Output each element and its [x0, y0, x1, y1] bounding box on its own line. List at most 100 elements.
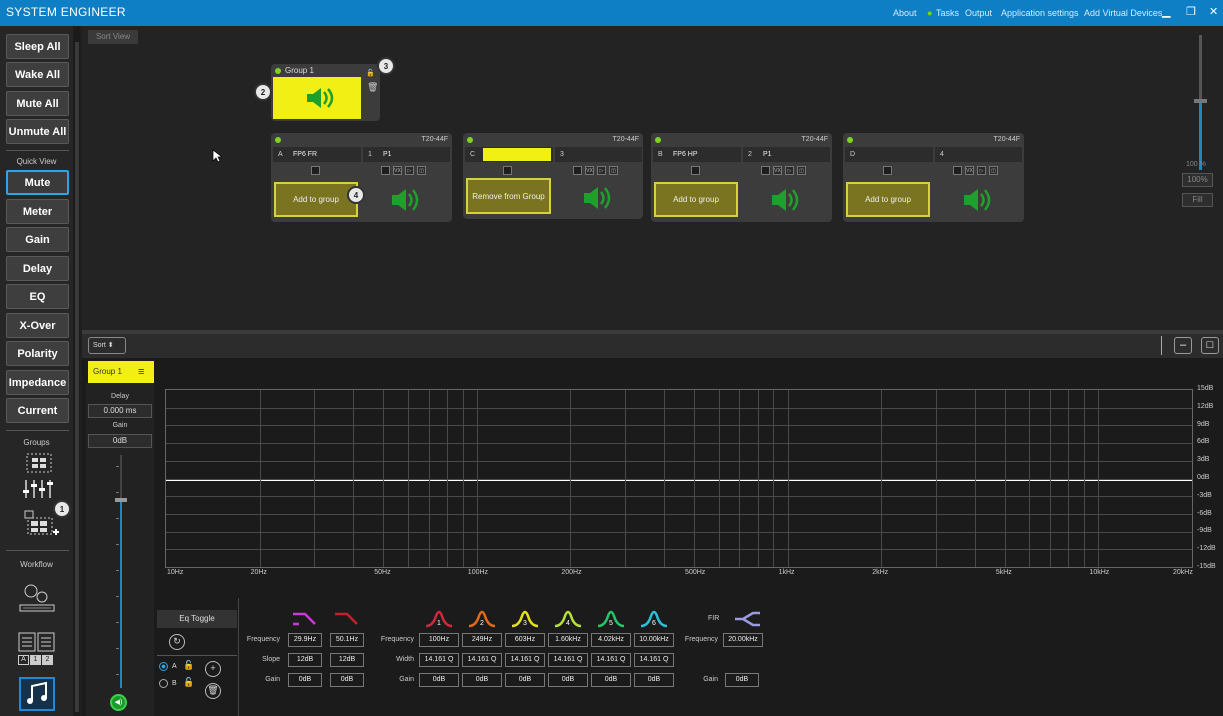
sort-view-button[interactable]: Sort View — [88, 30, 138, 44]
unlock-icon[interactable]: 🔓 — [183, 677, 194, 688]
zoom-slider-thumb[interactable] — [1194, 99, 1207, 103]
view-current-button[interactable]: Current — [6, 398, 69, 423]
menu-tasks[interactable]: Tasks — [936, 8, 959, 18]
eq-plot[interactable] — [165, 389, 1193, 568]
delete-preset-icon[interactable]: 🗑 — [205, 683, 221, 699]
filter-frequency-input[interactable]: 50.1Hz — [330, 633, 364, 647]
band-gain-input[interactable]: 0dB — [419, 673, 459, 687]
channel-name[interactable]: FP6 FR — [293, 151, 317, 158]
add-to-group-button[interactable]: Add to group — [654, 182, 738, 217]
eq-band-icon[interactable]: 5 — [597, 610, 625, 628]
band-gain-input[interactable]: 0dB — [591, 673, 631, 687]
mute-all-button[interactable]: Mute All — [6, 91, 69, 116]
band-frequency-input[interactable]: 4.02kHz — [591, 633, 631, 647]
eq-band-icon[interactable]: 2 — [468, 610, 496, 628]
close-icon[interactable]: ✕ — [1209, 5, 1218, 18]
band-frequency-input[interactable]: 1.60kHz — [548, 633, 588, 647]
unmute-all-button[interactable]: Unmute All — [6, 119, 69, 144]
view-impedance-button[interactable]: Impedance — [6, 370, 69, 395]
output-checkbox[interactable] — [953, 166, 962, 175]
vx-toggle[interactable]: VX — [585, 166, 594, 175]
view-xover-button[interactable]: X-Over — [6, 313, 69, 338]
eq-band-icon[interactable]: 3 — [511, 610, 539, 628]
eq-band-icon[interactable]: 1 — [425, 610, 453, 628]
menu-about[interactable]: About — [893, 8, 917, 18]
channel-checkbox[interactable] — [883, 166, 892, 175]
channel-name[interactable]: FP6 HP — [673, 151, 698, 158]
zoom-fill-button[interactable]: Fill — [1182, 193, 1213, 207]
sidebar-scroll-thumb[interactable] — [75, 42, 79, 712]
lock-icon[interactable]: 🔓 — [366, 69, 375, 77]
band-gain-input[interactable]: 0dB — [462, 673, 502, 687]
band-width-input[interactable]: 14.161 Q — [419, 653, 459, 667]
filter-icon[interactable] — [291, 610, 319, 628]
view-eq-button[interactable]: EQ — [6, 284, 69, 309]
view-gain-button[interactable]: Gain — [6, 227, 69, 252]
filter-gain-input[interactable]: 0dB — [330, 673, 364, 687]
band-frequency-input[interactable]: 249Hz — [462, 633, 502, 647]
band-gain-input[interactable]: 0dB — [505, 673, 545, 687]
speaker-icon[interactable] — [961, 187, 993, 213]
menu-application-settings[interactable]: Application settings — [1001, 8, 1079, 18]
group-grid-icon[interactable] — [26, 453, 52, 473]
channel-name-highlight[interactable] — [483, 148, 551, 161]
unlock-icon[interactable]: 🔓 — [183, 660, 194, 671]
speaker-icon[interactable] — [581, 185, 613, 211]
band-frequency-input[interactable]: 10.00kHz — [634, 633, 674, 647]
speaker-toggle[interactable]: ◫ — [989, 166, 998, 175]
maximize-panel-icon[interactable]: □ — [1201, 337, 1219, 354]
fir-filter-icon[interactable] — [733, 610, 761, 628]
fir-frequency-input[interactable]: 20.00kHz — [723, 633, 763, 647]
band-gain-input[interactable]: 0dB — [548, 673, 588, 687]
eq-toggle-button[interactable]: Eq Toggle — [157, 610, 237, 628]
menu-add-virtual-devices[interactable]: Add Virtual Devices — [1084, 8, 1162, 18]
restore-icon[interactable]: ❐ — [1186, 5, 1196, 18]
filter-gain-input[interactable]: 0dB — [288, 673, 322, 687]
band-frequency-input[interactable]: 100Hz — [419, 633, 459, 647]
eq-band-icon[interactable]: 6 — [640, 610, 668, 628]
wake-all-button[interactable]: Wake All — [6, 62, 69, 87]
sleep-all-button[interactable]: Sleep All — [6, 34, 69, 59]
channel-checkbox[interactable] — [503, 166, 512, 175]
filter-slope-input[interactable]: 12dB — [330, 653, 364, 667]
group-tab[interactable]: Group 1 ≡ — [88, 361, 154, 383]
workflow-tab-2[interactable]: 2 — [42, 655, 53, 665]
remove-from-group-button[interactable]: Remove from Group — [466, 178, 551, 214]
band-gain-input[interactable]: 0dB — [634, 673, 674, 687]
device-settings-icon[interactable] — [18, 581, 56, 613]
device-card[interactable]: T20-44F D 4 VX ▷ ◫ Add to group — [843, 133, 1024, 222]
output-checkbox[interactable] — [761, 166, 770, 175]
gain-fader-thumb[interactable] — [115, 498, 127, 502]
speaker-toggle[interactable]: ◫ — [609, 166, 618, 175]
add-to-group-button[interactable]: Add to group — [274, 182, 358, 217]
view-polarity-button[interactable]: Polarity — [6, 341, 69, 366]
group-mute-button[interactable] — [273, 77, 361, 119]
band-width-input[interactable]: 14.161 Q — [634, 653, 674, 667]
view-delay-button[interactable]: Delay — [6, 256, 69, 281]
vx-toggle[interactable]: VX — [393, 166, 402, 175]
play-toggle[interactable]: ▷ — [785, 166, 794, 175]
workflow-tab-1[interactable]: 1 — [30, 655, 41, 665]
menu-icon[interactable]: ≡ — [138, 361, 144, 383]
filter-slope-input[interactable]: 12dB — [288, 653, 322, 667]
speaker-toggle[interactable]: ◫ — [797, 166, 806, 175]
filter-icon[interactable] — [333, 610, 361, 628]
output-checkbox[interactable] — [573, 166, 582, 175]
band-width-input[interactable]: 14.161 Q — [462, 653, 502, 667]
add-preset-icon[interactable]: + — [205, 661, 221, 677]
filter-frequency-input[interactable]: 29.9Hz — [288, 633, 322, 647]
fir-gain-input[interactable]: 0dB — [725, 673, 759, 687]
channel-checkbox[interactable] — [691, 166, 700, 175]
band-width-input[interactable]: 14.161 Q — [591, 653, 631, 667]
preset-a-radio[interactable] — [159, 662, 168, 671]
speaker-icon[interactable] — [389, 187, 421, 213]
trash-icon[interactable]: 🗑 — [367, 82, 378, 93]
vx-toggle[interactable]: VX — [773, 166, 782, 175]
device-card[interactable]: T20-44F B FP6 HP 2 P1 VX ▷ ◫ Add to grou… — [651, 133, 832, 222]
device-card[interactable]: T20-44F A FP6 FR 1 P1 VX ▷ ◫ Add to grou… — [271, 133, 452, 222]
eq-band-icon[interactable]: 4 — [554, 610, 582, 628]
play-toggle[interactable]: ▷ — [977, 166, 986, 175]
group-faders-icon[interactable] — [22, 478, 54, 500]
vx-toggle[interactable]: VX — [965, 166, 974, 175]
reset-icon[interactable]: ↻ — [169, 634, 185, 650]
